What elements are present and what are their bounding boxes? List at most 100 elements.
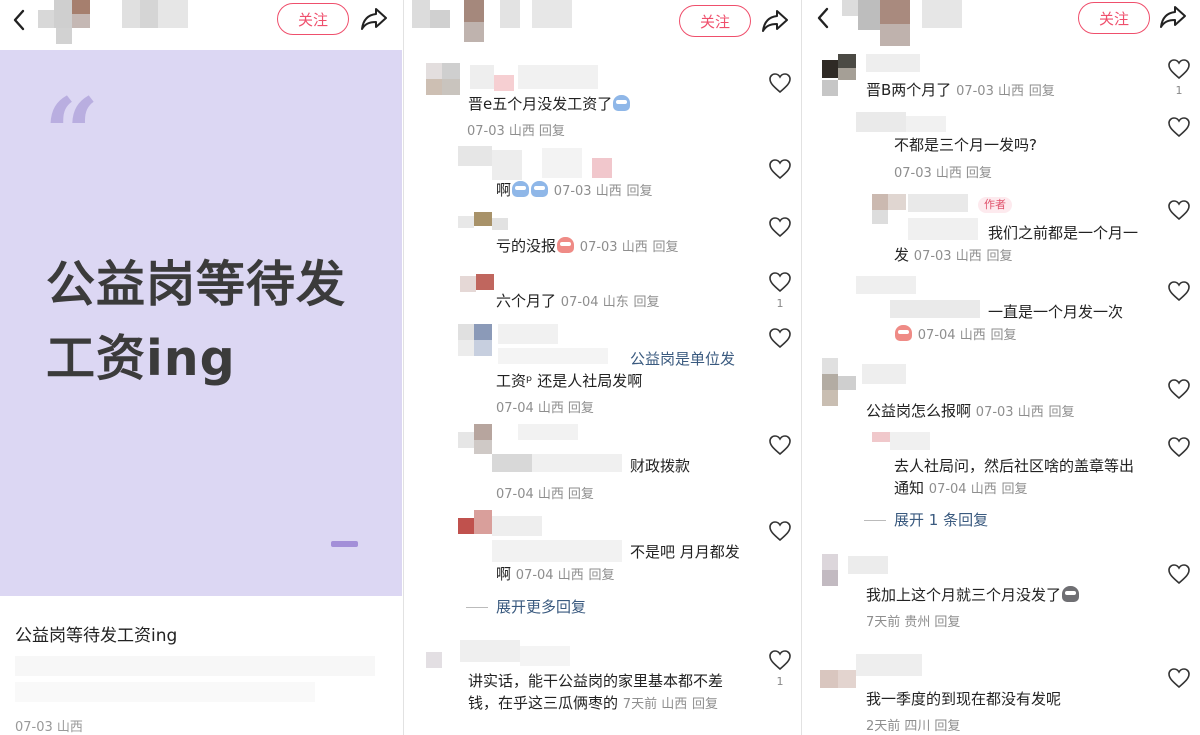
emoji-icon — [512, 181, 530, 197]
like-count: 1 — [776, 297, 784, 310]
reply-link[interactable]: 回复 — [1002, 482, 1028, 497]
emoji-icon — [557, 237, 575, 253]
author-badge: 作者 — [978, 197, 1012, 213]
reply-link[interactable]: 回复 — [589, 568, 615, 583]
heart-icon[interactable] — [1167, 563, 1191, 585]
reply-link[interactable]: 回复 — [568, 401, 594, 416]
comment-meta: 2天前 四川 回复 — [866, 719, 961, 734]
post-title: 公益岗等待发工资ing — [15, 626, 178, 646]
blurred-commenter — [856, 276, 986, 320]
emoji-icon — [895, 325, 912, 341]
comment-text: 不是吧 月月都发 — [630, 543, 740, 561]
reply-link[interactable]: 回复 — [539, 124, 565, 139]
cover-title: 公益岗等待发工资ing — [46, 256, 347, 387]
blurred-avatar-username — [412, 0, 602, 44]
reply-link[interactable]: 回复 — [1029, 84, 1055, 99]
heart-icon[interactable] — [768, 72, 792, 94]
blurred-avatar-username — [38, 0, 188, 44]
emoji-icon — [531, 181, 549, 197]
heart-icon[interactable] — [1167, 116, 1191, 138]
post-panel: 关注 “ 公益岗等待发工资ing 公益岗等待发工资ing 07-03 山西 — [0, 0, 402, 735]
reply-link[interactable]: 回复 — [987, 249, 1013, 264]
comment-text: 财政拨款 — [630, 457, 691, 475]
reply-link[interactable]: 回复 — [990, 328, 1016, 343]
heart-icon[interactable] — [768, 520, 792, 542]
heart-icon[interactable] — [768, 327, 792, 349]
heart-icon[interactable] — [1167, 58, 1191, 80]
like-count: 1 — [1175, 84, 1183, 97]
comments-panel-2: 关注 晋B两个月了 07-03 山西 回复 1 不都是三个月一发吗? 07-03… — [801, 0, 1200, 735]
quote-icon: “ — [44, 77, 100, 190]
heart-icon[interactable] — [768, 216, 792, 238]
reply-link[interactable]: 回复 — [568, 487, 594, 502]
comment-meta: 07-03 山西 回复 — [894, 166, 992, 181]
comment-text: 钱，在乎这三瓜俩枣的 7天前 山西 回复 — [468, 694, 718, 712]
share-icon[interactable] — [761, 8, 789, 34]
comment-text: 我们之前都是一个月一 — [988, 224, 1139, 242]
share-icon[interactable] — [1159, 4, 1187, 30]
blurred-commenter — [458, 424, 624, 474]
comment-meta: 07-03 山西 回复 — [467, 124, 565, 139]
blurred-commenter — [458, 212, 518, 236]
comment-text: 通知 07-04 山西 回复 — [894, 479, 1028, 497]
comment-text: 07-04 山西 回复 — [894, 323, 1017, 347]
emoji-icon — [1062, 586, 1080, 602]
cover-image: “ 公益岗等待发工资ing — [0, 50, 402, 596]
comment-text: 公益岗怎么报啊 07-03 山西 回复 — [866, 402, 1075, 420]
heart-icon[interactable] — [1167, 280, 1191, 302]
reply-link[interactable]: 回复 — [1049, 405, 1075, 420]
comment-text: 亏的没报 07-03 山西 回复 — [496, 237, 679, 255]
blurred-commenter — [458, 324, 618, 366]
heart-icon[interactable] — [1167, 378, 1191, 400]
blurred-post-body — [15, 650, 375, 708]
expand-replies[interactable]: 展开 1 条回复 — [864, 509, 988, 530]
comment-meta: 7天前 贵州 回复 — [866, 615, 961, 630]
back-icon[interactable] — [10, 8, 30, 32]
comment-text: 公益岗是单位发 — [630, 350, 736, 368]
heart-icon[interactable] — [768, 271, 792, 293]
comment-text: 讲实话，能干公益岗的家里基本都不差 — [468, 672, 724, 690]
follow-button[interactable]: 关注 — [679, 5, 751, 37]
follow-button[interactable]: 关注 — [1078, 2, 1150, 34]
comment-text: 发 07-03 山西 回复 — [894, 246, 1013, 264]
emoji-icon — [613, 95, 631, 111]
comment-text: 晋B两个月了 07-03 山西 回复 — [866, 81, 1055, 99]
blurred-commenter — [820, 654, 930, 690]
reply-link[interactable]: 回复 — [934, 615, 960, 630]
blurred-commenter — [856, 432, 946, 454]
comment-meta: 07-04 山西 回复 — [496, 487, 594, 502]
top-bar: 关注 — [404, 0, 800, 46]
blurred-avatar-username — [842, 0, 972, 50]
comment-text: 啊 07-04 山西 回复 — [496, 565, 615, 583]
reply-link[interactable]: 回复 — [627, 184, 653, 199]
comments-panel-1: 关注 晋e五个月没发工资了 07-03 山西 回复 啊 07-03 山西 回复 亏… — [403, 0, 800, 735]
comment-meta: 07-04 山西 回复 — [496, 401, 594, 416]
reply-link[interactable]: 回复 — [692, 697, 718, 712]
comment-text: 不都是三个月一发吗? — [894, 136, 1037, 154]
cover-decoration — [331, 541, 358, 547]
reply-link[interactable]: 回复 — [966, 166, 992, 181]
comment-text: 一直是一个月发一次 — [988, 303, 1124, 321]
share-icon[interactable] — [360, 6, 388, 32]
comment-text: 工资ᵖ 还是人社局发啊 — [496, 372, 643, 390]
heart-icon[interactable] — [768, 434, 792, 456]
comment-text: 晋e五个月没发工资了 — [468, 93, 631, 115]
heart-icon[interactable] — [1167, 199, 1191, 221]
heart-icon[interactable] — [768, 649, 792, 671]
reply-link[interactable]: 回复 — [634, 295, 660, 310]
top-bar: 关注 — [0, 0, 402, 46]
back-icon[interactable] — [814, 6, 834, 30]
blurred-commenter — [458, 510, 624, 562]
expand-more-replies[interactable]: 展开更多回复 — [466, 596, 586, 617]
comment-text: 我加上这个月就三个月没发了 — [866, 584, 1080, 606]
top-bar: 关注 — [802, 0, 1200, 46]
reply-link[interactable]: 回复 — [934, 719, 960, 734]
like-count: 1 — [776, 675, 784, 688]
heart-icon[interactable] — [768, 158, 792, 180]
heart-icon[interactable] — [1167, 667, 1191, 689]
reply-link[interactable]: 回复 — [653, 240, 679, 255]
heart-icon[interactable] — [1167, 436, 1191, 458]
blurred-commenter — [426, 640, 586, 674]
blurred-commenter — [856, 112, 966, 134]
follow-button[interactable]: 关注 — [277, 3, 349, 35]
